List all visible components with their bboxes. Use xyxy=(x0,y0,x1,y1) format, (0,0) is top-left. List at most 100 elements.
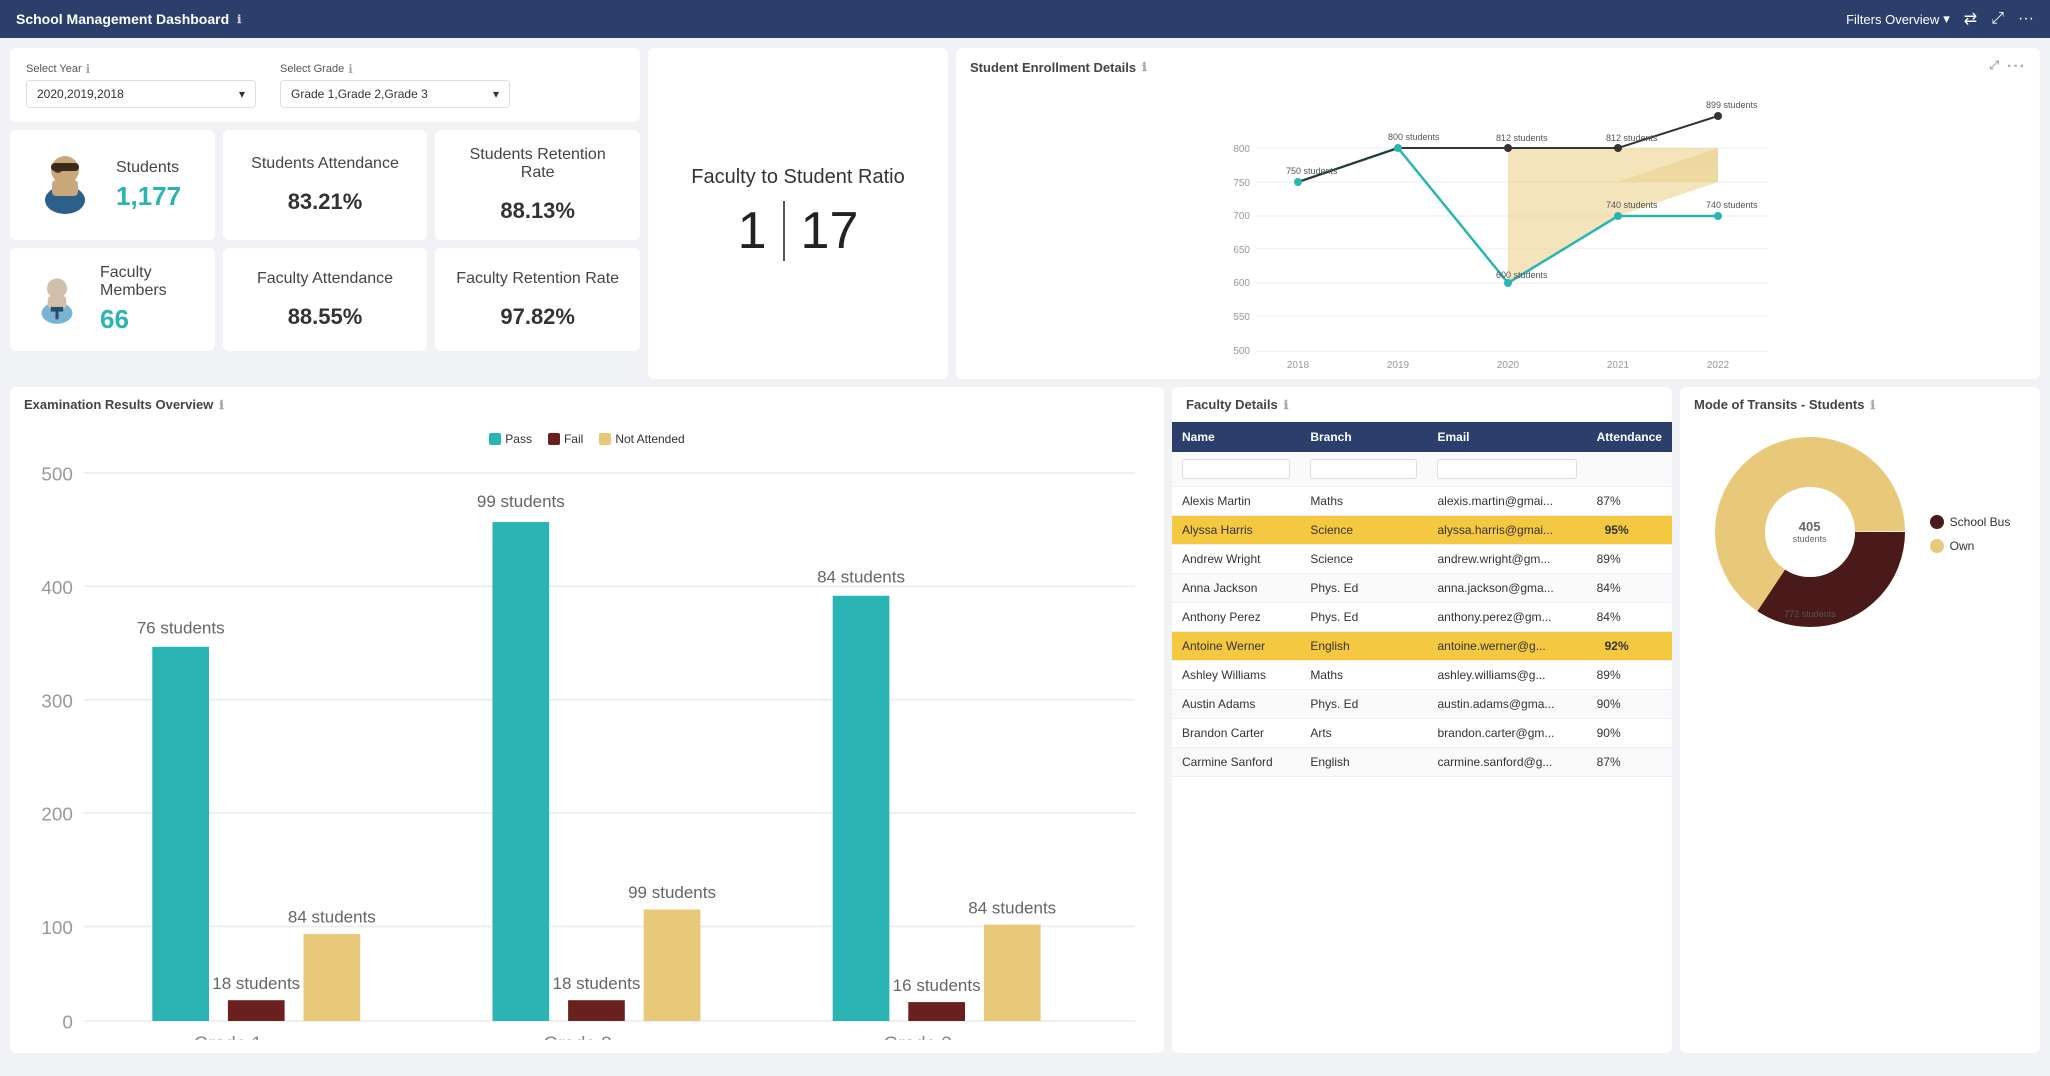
faculty-details-info-icon[interactable]: ℹ xyxy=(1284,398,1289,412)
svg-text:2022: 2022 xyxy=(1707,360,1730,371)
students-retention-value: 88.13% xyxy=(500,198,575,224)
svg-text:Grade 3: Grade 3 xyxy=(884,1033,952,1040)
filters-row: Select Year ℹ 2020,2019,2018 ▾ Select Gr… xyxy=(26,62,624,108)
topbar-info-icon[interactable]: ℹ xyxy=(237,13,241,26)
faculty-retention-label: Faculty Retention Rate xyxy=(456,270,619,288)
fail-legend: Fail xyxy=(548,432,583,446)
cell-branch: Phys. Ed xyxy=(1300,574,1427,603)
cell-email: alexis.martin@gmai... xyxy=(1427,487,1586,516)
svg-text:100: 100 xyxy=(41,918,73,939)
students-attendance-value: 83.21% xyxy=(288,189,363,215)
faculty-value: 66 xyxy=(100,304,195,335)
sync-icon[interactable]: ⇄ xyxy=(1964,9,1977,29)
students-retention-label: Students Retention Rate xyxy=(455,146,620,182)
faculty-attendance-label: Faculty Attendance xyxy=(257,270,393,288)
faculty-info: Faculty Members 66 xyxy=(100,264,195,335)
year-filter-label: Select Year ℹ xyxy=(26,62,256,76)
cell-branch: Science xyxy=(1300,516,1427,545)
donut-chart-svg: 772 students xyxy=(1710,432,1910,632)
chevron-down-icon: ▾ xyxy=(1943,11,1950,27)
cell-attendance: 95% xyxy=(1587,516,1672,545)
svg-text:812 students: 812 students xyxy=(1606,133,1658,143)
cell-branch: English xyxy=(1300,632,1427,661)
dashboard-title: School Management Dashboard xyxy=(16,11,229,27)
year-info-icon[interactable]: ℹ xyxy=(86,62,91,76)
ratio-faculty: 1 xyxy=(738,201,767,261)
exam-header: Examination Results Overview ℹ xyxy=(10,387,1164,422)
cell-name: Anthony Perez xyxy=(1172,603,1300,632)
cell-email: austin.adams@gma... xyxy=(1427,690,1586,719)
svg-text:2021: 2021 xyxy=(1607,360,1630,371)
cell-attendance: 87% xyxy=(1587,748,1672,777)
svg-text:500: 500 xyxy=(41,464,73,485)
table-row: Carmine Sanford English carmine.sanford@… xyxy=(1172,748,1672,777)
svg-text:Grade 2: Grade 2 xyxy=(543,1033,611,1040)
grade-info-icon[interactable]: ℹ xyxy=(348,62,353,76)
exam-info-icon[interactable]: ℹ xyxy=(219,398,224,412)
svg-text:2018: 2018 xyxy=(1287,360,1310,371)
exam-title: Examination Results Overview xyxy=(24,397,213,412)
cell-attendance: 89% xyxy=(1587,661,1672,690)
student-avatar xyxy=(30,150,100,220)
exam-chart-svg: 500 400 300 200 100 0 xyxy=(20,454,1154,1040)
transit-info-icon[interactable]: ℹ xyxy=(1870,398,1875,412)
students-label: Students xyxy=(116,159,181,177)
cell-attendance: 87% xyxy=(1587,487,1672,516)
faculty-avatar xyxy=(30,265,84,335)
branch-filter-input[interactable] xyxy=(1310,459,1417,479)
enrollment-chart-area: 500 550 600 650 700 750 800 2 xyxy=(956,86,2040,379)
exam-panel: Examination Results Overview ℹ Pass Fail xyxy=(10,387,1164,1053)
table-row: Brandon Carter Arts brandon.carter@gm...… xyxy=(1172,719,1672,748)
name-filter-input[interactable] xyxy=(1182,459,1290,479)
cell-email: ashley.williams@g... xyxy=(1427,661,1586,690)
ratio-panel: Faculty to Student Ratio 1 17 xyxy=(648,48,948,379)
col-branch: Branch xyxy=(1300,422,1427,452)
stats-row-2: Faculty Members 66 Faculty Attendance 88… xyxy=(10,248,640,351)
svg-text:18 students: 18 students xyxy=(212,974,300,993)
expand-icon[interactable]: ⤢ xyxy=(1991,10,2004,28)
svg-text:650: 650 xyxy=(1233,245,1250,256)
enrollment-more-icon[interactable]: ··· xyxy=(2007,58,2026,76)
cell-name: Austin Adams xyxy=(1172,690,1300,719)
faculty-table-body: Alexis Martin Maths alexis.martin@gmai..… xyxy=(1172,487,1672,777)
svg-text:84 students: 84 students xyxy=(288,908,376,927)
year-select[interactable]: 2020,2019,2018 ▾ xyxy=(26,80,256,108)
left-column: Select Year ℹ 2020,2019,2018 ▾ Select Gr… xyxy=(10,48,640,379)
email-filter-input[interactable] xyxy=(1437,459,1576,479)
exam-legend: Pass Fail Not Attended xyxy=(20,432,1154,446)
cell-email: alyssa.harris@gmai... xyxy=(1427,516,1586,545)
more-options-icon[interactable]: ··· xyxy=(2018,10,2034,28)
table-row: Austin Adams Phys. Ed austin.adams@gma..… xyxy=(1172,690,1672,719)
faculty-table-header: Name Branch Email Attendance xyxy=(1172,422,1672,452)
svg-text:99 students: 99 students xyxy=(477,492,565,511)
svg-text:84 students: 84 students xyxy=(817,568,905,587)
fail-legend-color xyxy=(548,433,560,445)
cell-email: andrew.wright@gm... xyxy=(1427,545,1586,574)
svg-text:740 students: 740 students xyxy=(1706,200,1758,210)
svg-text:500: 500 xyxy=(1233,346,1250,357)
enrollment-expand-icon[interactable]: ⤢ xyxy=(1989,58,1999,76)
filters-overview-button[interactable]: Filters Overview ▾ xyxy=(1846,11,1950,27)
svg-text:600: 600 xyxy=(1233,278,1250,289)
own-legend: Own xyxy=(1930,539,2011,553)
enrollment-header: Student Enrollment Details ℹ ⤢ ··· xyxy=(956,48,2040,86)
faculty-panel: Faculty Details ℹ Name Branch Email Atte… xyxy=(1172,387,1672,1053)
svg-text:16 students: 16 students xyxy=(893,976,981,995)
col-attendance: Attendance xyxy=(1587,422,1672,452)
table-row: Anna Jackson Phys. Ed anna.jackson@gma..… xyxy=(1172,574,1672,603)
ratio-title: Faculty to Student Ratio xyxy=(691,166,904,189)
not-attended-legend-color xyxy=(599,433,611,445)
exam-chart-area: Pass Fail Not Attended 500 400 300 xyxy=(10,422,1164,1053)
topbar-left: School Management Dashboard ℹ xyxy=(16,11,241,27)
bottom-row: Examination Results Overview ℹ Pass Fail xyxy=(10,387,2040,1053)
enrollment-info-icon[interactable]: ℹ xyxy=(1142,60,1147,74)
g3-fail-bar xyxy=(908,1002,965,1021)
donut-area: 772 students 405 students School Bus Own xyxy=(1680,422,2040,645)
cell-name: Brandon Carter xyxy=(1172,719,1300,748)
cell-name: Ashley Williams xyxy=(1172,661,1300,690)
table-row: Alyssa Harris Science alyssa.harris@gmai… xyxy=(1172,516,1672,545)
faculty-table-container[interactable]: Name Branch Email Attendance xyxy=(1172,422,1672,777)
faculty-table-filters xyxy=(1172,452,1672,487)
not-attended-legend: Not Attended xyxy=(599,432,684,446)
grade-select[interactable]: Grade 1,Grade 2,Grade 3 ▾ xyxy=(280,80,510,108)
